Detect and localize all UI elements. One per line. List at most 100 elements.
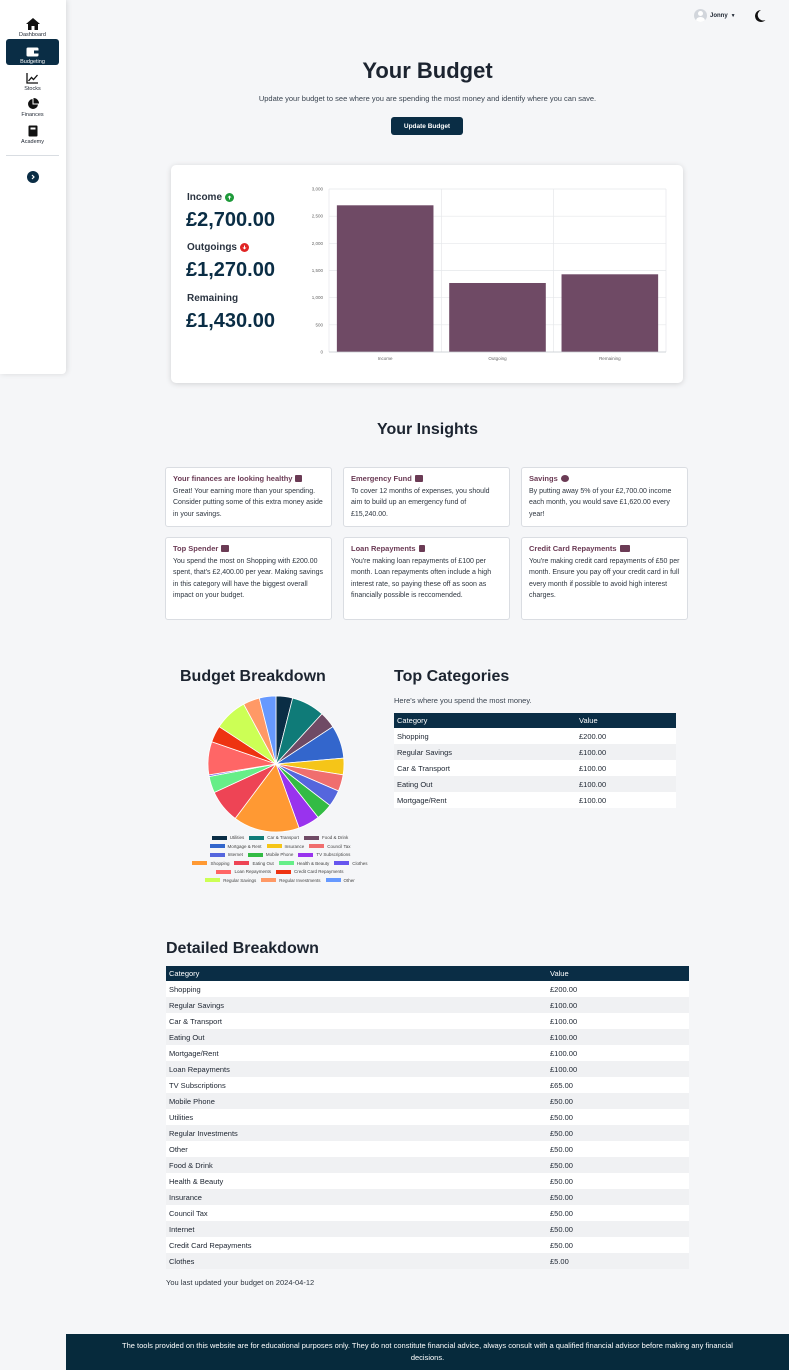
- sidebar-item-stocks[interactable]: Stocks: [6, 66, 59, 92]
- value-cell: £100.00: [547, 1061, 689, 1077]
- top-categories-title: Top Categories: [394, 668, 510, 685]
- legend-swatch: [325, 878, 341, 882]
- value-cell: £100.00: [547, 1045, 689, 1061]
- legend-label: Mobile Phone: [265, 852, 294, 857]
- legend-item[interactable]: Shopping: [192, 861, 229, 866]
- remaining-value: £1,430.00: [186, 310, 275, 332]
- category-cell: Clothes: [166, 1253, 547, 1269]
- y-tick-label: 2,000: [312, 241, 324, 246]
- legend-swatch: [278, 861, 294, 865]
- value-cell: £65.00: [547, 1077, 689, 1093]
- table-row: Mortgage/Rent £100.00: [166, 1045, 689, 1061]
- legend-item[interactable]: Regular Investments: [261, 878, 321, 883]
- value-cell: £200.00: [547, 981, 689, 997]
- table-row: TV Subscriptions £65.00: [166, 1077, 689, 1093]
- legend-item[interactable]: Eating Out: [234, 861, 274, 866]
- sidebar-item-dashboard[interactable]: Dashboard: [6, 12, 59, 38]
- sidebar: Dashboard Budgeting Stocks Finances Acad…: [0, 0, 66, 374]
- arrow-up-icon: [225, 193, 235, 202]
- value-cell: £100.00: [547, 1013, 689, 1029]
- legend-label: Other: [343, 877, 355, 883]
- legend-swatch: [249, 835, 265, 840]
- legend-label: Credit Card Repayments: [294, 869, 344, 874]
- legend-item[interactable]: Utilities: [211, 835, 245, 840]
- legend-item[interactable]: Car & Transport: [249, 835, 299, 840]
- sidebar-item-budgeting[interactable]: Budgeting: [6, 39, 59, 65]
- sidebar-item-finances[interactable]: Finances: [6, 92, 59, 118]
- legend-item[interactable]: Insurance: [266, 844, 304, 849]
- user-menu[interactable]: Jonny ▼: [694, 9, 736, 22]
- budget-pie-chart: [207, 695, 345, 833]
- legend-item[interactable]: TV Subscriptions: [298, 852, 350, 857]
- pie-chart-icon: [27, 98, 39, 109]
- legend-item[interactable]: Other: [325, 877, 355, 883]
- legend-item[interactable]: Loan Repayments: [216, 869, 271, 874]
- category-cell: Other: [166, 1141, 547, 1157]
- legend-swatch: [211, 835, 227, 840]
- value-cell: £50.00: [547, 1125, 689, 1141]
- legend-item[interactable]: Mortgage & Rent: [209, 844, 262, 849]
- legend-swatch: [209, 852, 225, 857]
- expand-sidebar-button[interactable]: [27, 171, 39, 183]
- outgoings-label: Outgoings: [187, 242, 249, 253]
- insight-card: Top Spender You spend the most on Shoppi…: [165, 537, 332, 620]
- legend-row: Utilities Car & Transport Food & Drink: [180, 835, 380, 840]
- x-tick-label: Income: [378, 356, 393, 361]
- legend-swatch: [266, 844, 282, 848]
- home-icon: [25, 18, 40, 30]
- legend-swatch: [304, 835, 319, 840]
- table-row: Other £50.00: [166, 1141, 689, 1157]
- insight-title: Emergency Fund: [351, 474, 502, 483]
- piggy-bank-icon: [560, 475, 569, 482]
- category-cell: Car & Transport: [166, 1013, 547, 1029]
- sidebar-item-academy[interactable]: Academy: [6, 119, 59, 145]
- category-cell: Insurance: [166, 1189, 547, 1205]
- insight-text: You're making loan repayments of £100 pe…: [351, 558, 492, 600]
- value-cell: £200.00: [576, 728, 676, 744]
- legend-swatch: [298, 852, 314, 857]
- line-chart-icon: [26, 73, 38, 84]
- arrow-down-icon: [240, 243, 249, 252]
- table-row: Internet £50.00: [166, 1221, 689, 1237]
- update-budget-button[interactable]: Update Budget: [391, 117, 463, 135]
- moon-icon[interactable]: [754, 9, 766, 23]
- legend-swatch: [234, 861, 250, 865]
- insight-card: Loan Repayments You're making loan repay…: [343, 537, 510, 620]
- legend-item[interactable]: Internet: [209, 852, 243, 857]
- value-cell: £100.00: [576, 792, 676, 808]
- y-tick-label: 1,000: [312, 295, 324, 300]
- legend-label: Utilities: [229, 835, 245, 840]
- value-cell: £50.00: [547, 1237, 689, 1253]
- legend-item[interactable]: Council Tax: [309, 844, 350, 849]
- category-cell: Credit Card Repayments: [166, 1237, 547, 1253]
- remaining-label-text: Remaining: [187, 293, 239, 304]
- thumbs-up-icon: [295, 475, 303, 482]
- x-tick-label: Outgoing: [488, 356, 507, 361]
- column-header: Category: [394, 713, 576, 728]
- legend-label: Clothes: [352, 860, 368, 866]
- income-label: Income: [187, 192, 235, 203]
- category-cell: Shopping: [394, 728, 576, 744]
- category-cell: Mobile Phone: [166, 1093, 547, 1109]
- insight-title: Loan Repayments: [351, 544, 502, 553]
- insight-text: Great! Your earning more than your spend…: [173, 488, 323, 518]
- legend-item[interactable]: Mobile Phone: [247, 852, 294, 857]
- table-row: Eating Out £100.00: [166, 1029, 689, 1045]
- y-tick-label: 3,000: [312, 187, 324, 192]
- table-header-row: Category Value: [166, 966, 689, 981]
- legend-row: Regular Savings Regular Investments Other: [180, 878, 380, 883]
- legend-item[interactable]: Clothes: [334, 860, 368, 866]
- table-row: Mobile Phone £50.00: [166, 1093, 689, 1109]
- legend-item[interactable]: Food & Drink: [304, 835, 348, 840]
- money-icon: [221, 545, 230, 552]
- category-cell: Utilities: [166, 1109, 547, 1125]
- value-cell: £50.00: [547, 1205, 689, 1221]
- table-header-row: Category Value: [394, 713, 676, 728]
- budget-breakdown-title: Budget Breakdown: [180, 668, 326, 685]
- legend-item[interactable]: Regular Savings: [205, 878, 256, 883]
- table-row: Council Tax £50.00: [166, 1205, 689, 1221]
- legend-item[interactable]: Health & Beauty: [278, 861, 329, 866]
- insight-text: You spend the most on Shopping with £200…: [173, 558, 323, 600]
- legend-item[interactable]: Credit Card Repayments: [276, 869, 344, 874]
- chevron-down-icon: ▼: [730, 12, 736, 19]
